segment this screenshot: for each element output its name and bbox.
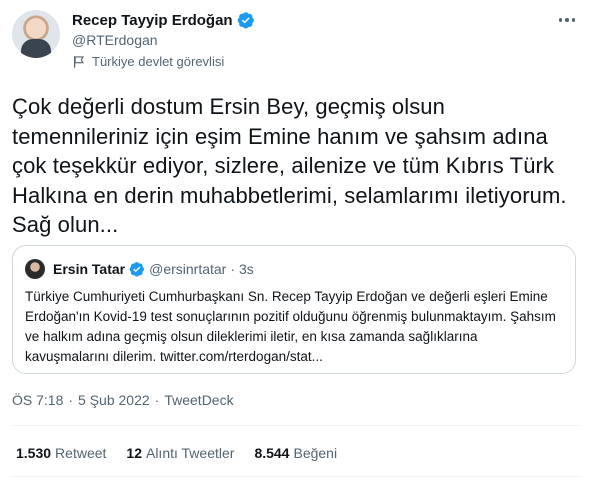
author-display-name[interactable]: Recep Tayyip Erdoğan <box>72 12 233 29</box>
tweet-header: Recep Tayyip Erdoğan @RTErdogan Türkiye … <box>12 10 580 76</box>
government-label[interactable]: Türkiye devlet görevlisi <box>72 54 224 69</box>
author-name-row: Recep Tayyip Erdoğan <box>72 10 255 30</box>
flag-icon <box>74 55 84 68</box>
verified-badge-icon <box>237 12 254 29</box>
likes-count: 8.544 <box>254 445 290 461</box>
tweet-meta: ÖS 7:18 · 5 Şub 2022 · TweetDeck <box>12 392 234 408</box>
quote-tweets-stat[interactable]: 12 Alıntı Tweetler <box>126 445 234 461</box>
separator-dot: · <box>230 261 236 277</box>
quoted-author-handle: @ersinrtatar <box>149 261 227 277</box>
retweets-count: 1.530 <box>16 445 52 461</box>
author-handle[interactable]: @RTErdogan <box>72 32 158 48</box>
retweets-label: Retweet <box>55 445 107 461</box>
tweet-stats: 1.530 Retweet 12 Alıntı Tweetler 8.544 B… <box>16 445 337 461</box>
author-avatar[interactable] <box>12 10 60 58</box>
quote-tweets-label: Alıntı Tweetler <box>145 445 235 461</box>
quoted-tweet-header: Ersin Tatar @ersinrtatar · 3s <box>25 259 254 279</box>
more-icon[interactable] <box>556 12 578 28</box>
quoted-author-avatar <box>25 259 45 279</box>
likes-label: Beğeni <box>293 445 338 461</box>
separator-dot: · <box>154 392 160 408</box>
divider <box>12 476 580 477</box>
quoted-tweet-time: 3s <box>239 261 254 277</box>
tweet-source[interactable]: TweetDeck <box>164 392 233 408</box>
likes-stat[interactable]: 8.544 Beğeni <box>254 445 337 461</box>
tweet-text: Çok değerli dostum Ersin Bey, geçmiş ols… <box>12 94 567 237</box>
quoted-author-name: Ersin Tatar <box>53 261 126 277</box>
government-label-text: Türkiye devlet görevlisi <box>92 54 225 69</box>
divider <box>12 425 580 426</box>
tweet-date[interactable]: 5 Şub 2022 <box>78 392 150 408</box>
quoted-tweet[interactable]: Ersin Tatar @ersinrtatar · 3s Türkiye Cu… <box>12 245 576 374</box>
quote-tweets-count: 12 <box>126 445 142 461</box>
retweets-stat[interactable]: 1.530 Retweet <box>16 445 106 461</box>
quoted-tweet-text: Türkiye Cumhuriyeti Cumhurbaşkanı Sn. Re… <box>25 289 556 364</box>
verified-badge-icon <box>129 262 145 277</box>
tweet-time[interactable]: ÖS 7:18 <box>12 392 63 408</box>
separator-dot: · <box>68 392 74 408</box>
